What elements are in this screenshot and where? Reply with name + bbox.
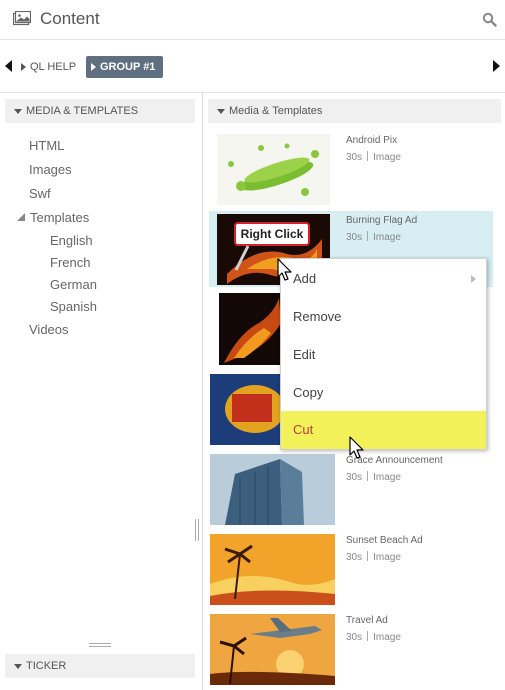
tree-item-german[interactable]: German <box>50 277 97 292</box>
page-title: Content <box>40 9 100 28</box>
breadcrumb-label: GROUP #1 <box>100 61 156 73</box>
list-item-title[interactable]: Travel Ad <box>346 615 388 626</box>
chevron-right-icon <box>21 63 26 71</box>
ticker-panel-header[interactable]: TICKER <box>5 654 195 678</box>
left-panel-header[interactable]: MEDIA & TEMPLATES <box>5 99 195 123</box>
list-item-meta: 30s Image <box>346 151 401 163</box>
thumbnail-grace-announcement[interactable] <box>210 454 335 525</box>
type-label: Image <box>373 552 401 563</box>
list-item-meta: 30s Image <box>346 231 401 243</box>
right-panel-header[interactable]: Media & Templates <box>208 99 501 123</box>
divider <box>367 631 369 641</box>
list-item-meta: 30s Image <box>346 551 401 563</box>
callout-pointer-icon <box>234 245 250 271</box>
divider <box>367 551 369 561</box>
menu-item-remove[interactable]: Remove <box>281 298 486 336</box>
menu-item-label: Add <box>293 271 317 286</box>
panel-header-label: Media & Templates <box>229 105 323 117</box>
type-label: Image <box>373 152 401 163</box>
thumbnail-travel-ad[interactable] <box>210 614 335 685</box>
list-item-meta: 30s Image <box>346 631 401 643</box>
breadcrumb-group[interactable]: GROUP #1 <box>86 56 164 78</box>
list-item-title[interactable]: Sunset Beach Ad <box>346 535 423 546</box>
scroll-right-icon[interactable] <box>493 60 500 72</box>
header-bar: Content <box>0 0 505 40</box>
breadcrumb-ql-help[interactable]: QL HELP <box>16 56 82 78</box>
menu-item-cut[interactable]: Cut <box>281 411 486 449</box>
list-item-title[interactable]: Burning Flag Ad <box>346 215 417 226</box>
panel-header-label: TICKER <box>26 660 67 672</box>
divider <box>367 151 369 161</box>
image-icon <box>13 11 31 26</box>
panel-header-label: MEDIA & TEMPLATES <box>26 105 139 117</box>
breadcrumb: QL HELP GROUP #1 <box>0 50 505 82</box>
list-item-title[interactable]: Android Pix <box>346 135 397 146</box>
context-menu: Add Remove Edit Copy Cut <box>280 258 487 450</box>
tree-item-swf[interactable]: Swf <box>29 186 51 201</box>
type-label: Image <box>373 632 401 643</box>
tree-item-images[interactable]: Images <box>29 162 72 177</box>
list-item-meta: 30s Image <box>346 471 401 483</box>
duration-label: 30s <box>346 472 363 483</box>
menu-item-copy[interactable]: Copy <box>281 374 486 412</box>
duration-label: 30s <box>346 552 363 563</box>
chevron-down-icon <box>14 664 22 669</box>
thumbnail-android-pix[interactable] <box>217 134 330 205</box>
tree-item-html[interactable]: HTML <box>29 138 64 153</box>
menu-item-add[interactable]: Add <box>281 260 486 298</box>
tree-item-english[interactable]: English <box>50 233 93 248</box>
thumbnail-fire[interactable] <box>219 293 281 365</box>
chevron-down-icon <box>217 109 225 114</box>
tree-item-templates[interactable]: Templates <box>30 210 89 225</box>
resize-handle[interactable] <box>89 646 111 647</box>
tree-item-french[interactable]: French <box>50 255 90 270</box>
scroll-left-icon[interactable] <box>5 60 12 72</box>
duration-label: 30s <box>346 232 363 243</box>
search-icon[interactable] <box>482 12 497 27</box>
menu-item-edit[interactable]: Edit <box>281 336 486 374</box>
type-label: Image <box>373 232 401 243</box>
panel-divider <box>202 93 203 690</box>
divider <box>0 92 505 93</box>
resize-handle[interactable] <box>89 643 111 644</box>
type-label: Image <box>373 472 401 483</box>
chevron-right-icon <box>91 63 96 71</box>
tree-item-videos[interactable]: Videos <box>29 322 69 337</box>
thumbnail-banner[interactable] <box>210 374 281 445</box>
chevron-down-icon <box>14 109 22 114</box>
mouse-cursor-icon <box>349 436 364 459</box>
mouse-cursor-icon <box>277 258 292 281</box>
duration-label: 30s <box>346 632 363 643</box>
divider <box>367 471 369 481</box>
tree-item-spanish[interactable]: Spanish <box>50 299 97 314</box>
right-click-callout: Right Click <box>234 222 310 246</box>
vertical-resize-handle[interactable] <box>195 519 196 541</box>
thumbnail-sunset-beach-ad[interactable] <box>210 534 335 605</box>
submenu-arrow-icon <box>471 275 476 283</box>
divider <box>367 231 369 241</box>
expanded-triangle-icon[interactable] <box>17 213 25 221</box>
breadcrumb-label: QL HELP <box>30 61 77 73</box>
vertical-resize-handle[interactable] <box>198 519 199 541</box>
duration-label: 30s <box>346 152 363 163</box>
